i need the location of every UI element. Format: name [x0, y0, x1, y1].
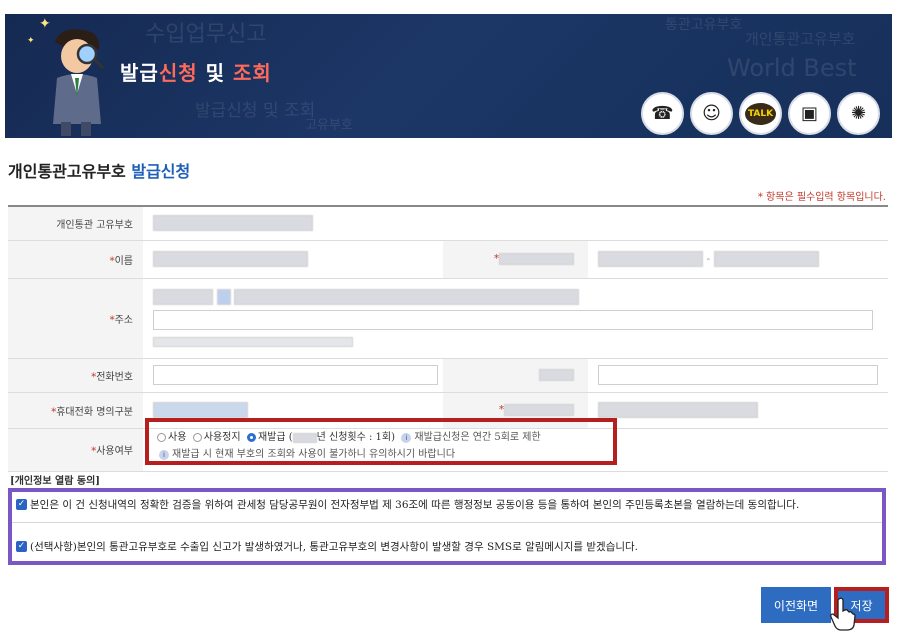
email-label: [539, 369, 574, 381]
required-note: * 항목은 필수입력 항목입니다.: [757, 192, 886, 203]
talk-icon[interactable]: TALK: [739, 92, 782, 135]
page-title-accent: 발급신청: [131, 162, 191, 181]
banner-icon-row: ☎ ☺ TALK ▣ ✺: [641, 92, 880, 135]
resident-id-back-field[interactable]: [713, 251, 819, 267]
usage-radio-suspend[interactable]: [192, 433, 202, 442]
consent-item-1[interactable]: ✓ 본인은 이 건 신청내역의 정확한 검증을 위하여 관세청 담당공무원이 전…: [16, 497, 799, 512]
address-search-button[interactable]: [216, 288, 231, 305]
hand-cursor-icon: [830, 597, 856, 631]
mobile-owner-label-cell: *휴대전화 명의구분: [8, 392, 143, 429]
usage-radio-use[interactable]: [157, 433, 166, 442]
phone-label: 전화번호: [96, 371, 133, 383]
phone-field[interactable]: [153, 365, 438, 385]
talk-icon-label: TALK: [744, 102, 777, 125]
banner-title-part: 발급: [120, 61, 159, 85]
banner-bg-word: 고유부호: [305, 118, 353, 133]
banner-title-accent: 신청: [158, 61, 198, 85]
banner-bg-word: 개인통관고유부호: [745, 30, 856, 48]
name-label: 이름: [114, 255, 133, 267]
resident-id-front-field[interactable]: [598, 251, 703, 267]
email-label-cell: [443, 358, 588, 393]
usage-label: 사용여부: [96, 446, 133, 457]
usage-radio-reissue[interactable]: [246, 433, 256, 442]
phone-label-cell: *전화번호: [8, 358, 143, 393]
consent-group: ✓ 본인은 이 건 신청내역의 정확한 검증을 위하여 관세청 담당공무원이 전…: [8, 488, 886, 565]
consent-divider: [12, 522, 882, 523]
banner-title: 발급신청 및 조회: [120, 57, 272, 86]
mascot-illustration: [53, 29, 105, 136]
banner-bg-word: 통관고유부호: [665, 17, 743, 33]
usage-option-label: 사용정지: [203, 432, 241, 443]
code-label: 개인통관 고유부호: [8, 206, 143, 241]
banner-bg-word: 수입업무신고: [145, 22, 267, 47]
name-field[interactable]: [153, 251, 308, 267]
robot-icon[interactable]: ☺: [690, 92, 733, 135]
address-line1-field[interactable]: [234, 288, 579, 305]
reissue-warning-note: 재발급 시 현재 부호의 조회와 사용이 불가하니 유의하시기 바랍니다: [172, 449, 456, 460]
banner-bg-word: World Best: [727, 54, 857, 82]
address-note: [153, 336, 353, 347]
info-icon: i: [159, 449, 169, 460]
consent-title: [개인정보 열람 동의]: [10, 476, 101, 487]
mobile-number-field[interactable]: [598, 402, 758, 418]
banner-title-accent: 조회: [232, 61, 272, 85]
customs-emblem-icon[interactable]: ✺: [837, 92, 880, 135]
phone-icon[interactable]: ☎: [641, 92, 684, 135]
banner-bg-word: 발급신청 및 조회: [195, 101, 316, 121]
mobile-number-label: [504, 404, 574, 416]
address-label: 주소: [114, 314, 133, 326]
banner-title-part: 및: [197, 61, 233, 85]
consent-text-1: 본인은 이 건 신청내역의 정확한 검증을 위하여 관세청 담당공무원이 전자정…: [30, 499, 800, 511]
consent-checkbox-2[interactable]: ✓: [16, 541, 27, 552]
consent-item-2[interactable]: ✓ (선택사항)본인의 통관고유부호로 수출입 신고가 발생하였거나, 통관고유…: [16, 539, 638, 554]
info-icon: i: [401, 432, 412, 443]
usage-option-label: 사용: [168, 432, 187, 443]
mobile-owner-label: 휴대전화 명의구분: [56, 406, 133, 418]
code-value: [153, 215, 313, 232]
postal-code-field[interactable]: [153, 288, 213, 305]
usage-label-cell: *사용여부: [8, 428, 143, 472]
consent-checkbox-1[interactable]: ✓: [16, 499, 27, 510]
reissue-limit-note: 재발급신청은 연간 5회로 제한: [414, 432, 541, 443]
resident-id-label-cell: *: [443, 240, 588, 279]
page-title-main: 개인통관고유부호: [8, 162, 126, 181]
reissue-count: 년 신청횟수 : 1회): [316, 432, 396, 443]
presentation-icon[interactable]: ▣: [788, 92, 831, 135]
consent-text-2: (선택사항)본인의 통관고유부호로 수출입 신고가 발생하였거나, 통관고유부호…: [30, 541, 639, 553]
previous-screen-button[interactable]: 이전화면: [761, 587, 831, 623]
mobile-owner-select[interactable]: [153, 402, 248, 418]
usage-status-group: 사용 사용정지 재발급 (년 신청횟수 : 1회) i 재발급신청은 연간 5회로…: [145, 418, 617, 465]
header-banner: 수입업무신고 World Best 개인통관고유부호 통관고유부호 발급신청 및…: [5, 14, 892, 138]
email-field[interactable]: [598, 365, 878, 385]
resident-id-label: [499, 253, 574, 265]
page-title: 개인통관고유부호 발급신청: [8, 158, 190, 182]
address-detail-field[interactable]: [153, 309, 873, 330]
name-label-cell: *이름: [8, 240, 143, 279]
reissue-year: [292, 432, 317, 443]
address-label-cell: *주소: [8, 278, 143, 359]
usage-option-label: 재발급: [257, 432, 286, 443]
